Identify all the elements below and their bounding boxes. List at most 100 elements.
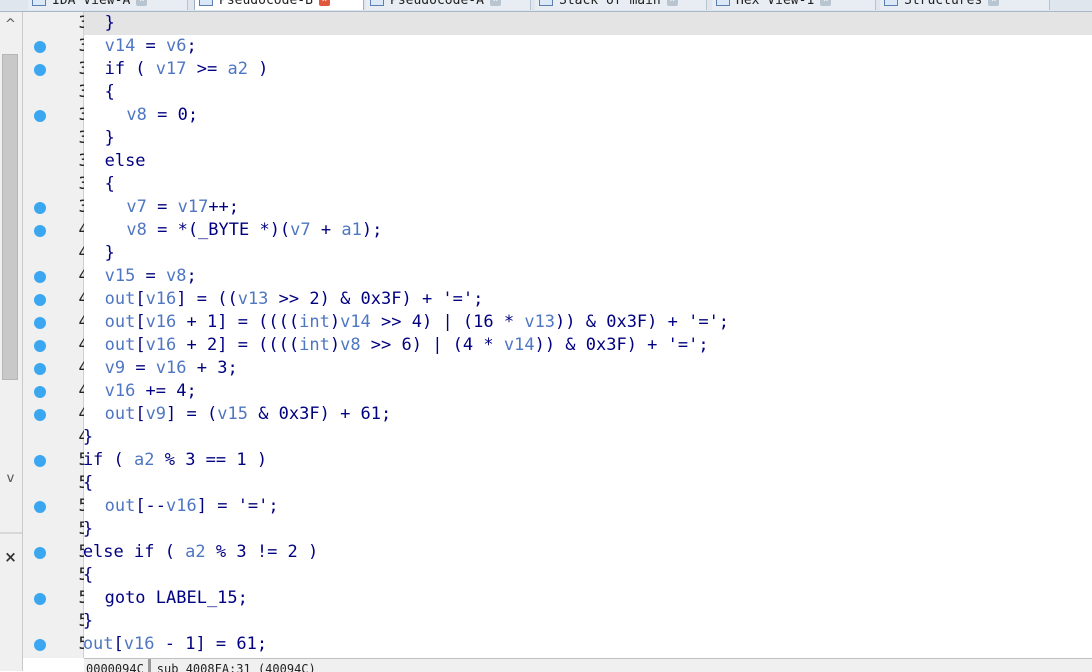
- code-identifier: out: [104, 404, 136, 424]
- code-identifier: v17: [155, 59, 187, 79]
- code-line[interactable]: out[v16] = ((v13 >> 2) & 0x3F) + '=';: [105, 288, 484, 311]
- status-separator: [147, 659, 151, 672]
- tab-close-icon[interactable]: ×: [318, 0, 330, 6]
- code-line[interactable]: if ( v17 >= a2 ): [105, 58, 269, 81]
- code-token: [: [135, 335, 146, 355]
- code-token: = *(_BYTE *)(: [146, 220, 291, 240]
- code-line[interactable]: }: [105, 127, 115, 150]
- tab-close-icon[interactable]: ×: [489, 0, 501, 6]
- code-line[interactable]: }: [83, 610, 93, 633]
- code-line[interactable]: }: [105, 12, 115, 35]
- code-token: if (: [104, 59, 156, 79]
- code-line[interactable]: {: [83, 472, 93, 495]
- code-line[interactable]: out[--v16] = '=';: [105, 495, 279, 518]
- tab-hex-view-1[interactable]: Hex View-1 ×: [712, 0, 876, 10]
- current-line-highlight: [84, 12, 1092, 35]
- tab-label: IDA View-A: [52, 0, 131, 8]
- code-token: =: [135, 36, 167, 56]
- code-line[interactable]: v9 = v16 + 3;: [105, 357, 238, 380]
- code-token: ;: [186, 266, 197, 286]
- scroll-up-button[interactable]: ^: [0, 14, 21, 36]
- tab-label: Pseudocode-A: [390, 0, 484, 8]
- code-token: + 3;: [186, 358, 238, 378]
- close-panel-button[interactable]: ×: [0, 546, 21, 568]
- panel-divider: [0, 532, 22, 534]
- code-token: =: [125, 358, 156, 378]
- left-scroll-panel: ^ v ×: [0, 12, 23, 671]
- code-line[interactable]: out[v9] = (v15 & 0x3F) + 61;: [105, 403, 392, 426]
- code-line[interactable]: goto LABEL_15;: [105, 587, 248, 610]
- code-line[interactable]: {: [83, 564, 93, 587]
- code-line[interactable]: {: [105, 81, 115, 104]
- code-token: ] = (: [166, 404, 218, 424]
- code-identifier: v13: [524, 312, 556, 332]
- code-token: =: [146, 197, 178, 217]
- code-token: }: [82, 611, 94, 631]
- code-line[interactable]: {: [105, 173, 115, 196]
- code-token: [: [135, 289, 146, 309]
- tab-close-icon[interactable]: ×: [136, 0, 148, 6]
- code-identifier: v16: [155, 358, 187, 378]
- code-line[interactable]: }: [105, 242, 115, 265]
- code-token: ): [329, 335, 341, 355]
- code-identifier: v16: [145, 312, 177, 332]
- code-identifier: v8: [166, 266, 187, 286]
- code-token: goto LABEL_15;: [104, 588, 248, 608]
- code-token: {: [104, 82, 115, 102]
- code-token: >> 4) | (16 *: [370, 312, 525, 332]
- code-line[interactable]: }: [83, 518, 93, 541]
- code-token: [--: [135, 496, 167, 516]
- code-line[interactable]: out[v16 + 1] = ((((int)v14 >> 4) | (16 *…: [105, 311, 729, 334]
- code-line[interactable]: out[v16 + 2] = ((((int)v8 >> 6) | (4 * v…: [105, 334, 709, 357]
- line-number-gutter: 3132333435363738394041424344454647484950…: [23, 12, 99, 658]
- tab-label: Hex View-1: [736, 0, 815, 8]
- code-line[interactable]: v14 = v6;: [105, 35, 197, 58]
- code-line[interactable]: out[v16 - 1] = 61;: [83, 633, 267, 656]
- code-token: if (: [82, 450, 134, 470]
- tab-stack-of-main[interactable]: Stack of main ×: [535, 0, 707, 10]
- tab-pseudocode-a[interactable]: Pseudocode-A ×: [366, 0, 531, 10]
- code-token: {: [104, 174, 115, 194]
- code-line[interactable]: else: [105, 150, 146, 173]
- tab-close-icon[interactable]: ×: [666, 0, 678, 6]
- tab-label: Structures: [904, 0, 983, 8]
- code-identifier: out: [104, 496, 136, 516]
- code-line[interactable]: }: [83, 426, 93, 449]
- code-identifier: a2: [134, 450, 155, 470]
- code-token: ] = '=';: [196, 496, 279, 516]
- scroll-down-button[interactable]: v: [0, 468, 21, 490]
- code-token: +: [310, 220, 342, 240]
- tab-bar: IDA View-A × Pseudocode-B × Pseudocode-A × Sta…: [0, 0, 1092, 12]
- code-identifier: v6: [166, 36, 187, 56]
- code-identifier: v14: [340, 312, 371, 332]
- code-line[interactable]: v8 = *(_BYTE *)(v7 + a1);: [126, 219, 382, 242]
- tab-structures[interactable]: Structures ×: [880, 0, 1050, 10]
- code-line[interactable]: v15 = v8;: [105, 265, 197, 288]
- code-identifier: v14: [104, 36, 136, 56]
- tab-pseudocode-b[interactable]: Pseudocode-B ×: [194, 0, 364, 10]
- code-identifier: v8: [340, 335, 361, 355]
- code-identifier: v16: [104, 381, 136, 401]
- tab-view-icon: [32, 0, 46, 6]
- code-line[interactable]: v7 = v17++;: [126, 196, 239, 219]
- code-line[interactable]: else if ( a2 % 3 != 2 ): [83, 541, 318, 564]
- code-token: ;: [186, 36, 197, 56]
- code-token: >> 6) | (4 *: [360, 335, 504, 355]
- code-identifier: a2: [227, 59, 248, 79]
- code-identifier: out: [104, 289, 136, 309]
- code-line[interactable]: if ( a2 % 3 == 1 ): [83, 449, 267, 472]
- code-token: }: [104, 128, 115, 148]
- code-token: ++;: [208, 197, 240, 217]
- pseudocode-editor[interactable]: } v14 = v6; if ( v17 >= a2 ){v8 = 0;} else{…: [83, 12, 1092, 658]
- code-token: [: [135, 404, 146, 424]
- code-line[interactable]: v8 = 0;: [126, 104, 198, 127]
- tab-close-icon[interactable]: ×: [988, 0, 1000, 6]
- code-identifier: out: [82, 634, 114, 654]
- tab-ida-view-a[interactable]: IDA View-A ×: [28, 0, 188, 10]
- tab-view-icon: [884, 0, 898, 6]
- code-identifier: v8: [126, 105, 147, 125]
- code-token: ): [329, 312, 341, 332]
- code-line[interactable]: v16 += 4;: [105, 380, 197, 403]
- scrollbar-thumb[interactable]: [2, 54, 18, 380]
- tab-close-icon[interactable]: ×: [820, 0, 832, 6]
